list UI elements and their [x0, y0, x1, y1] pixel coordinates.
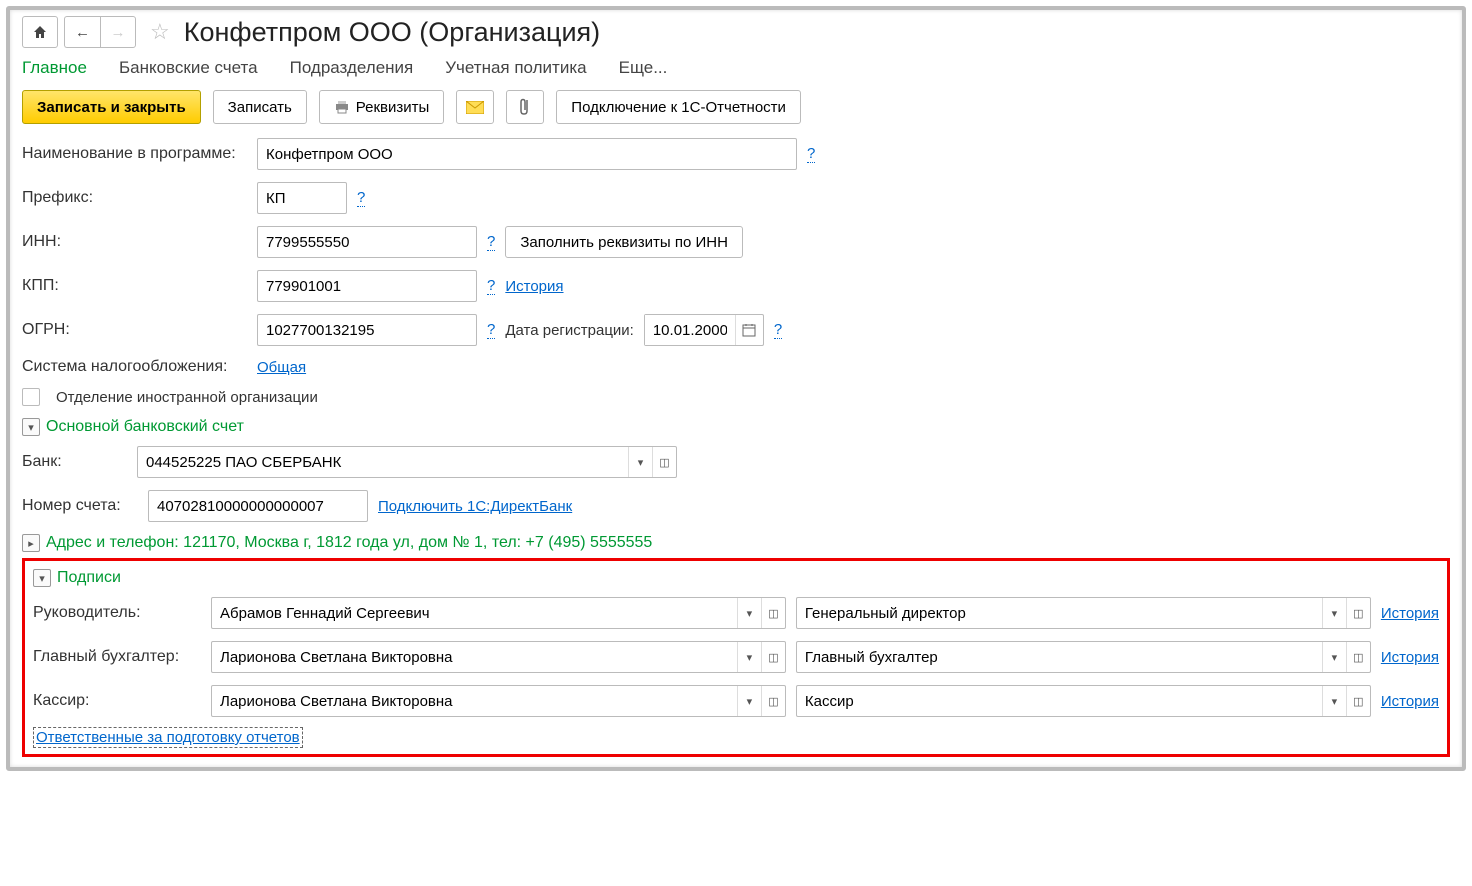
open-icon[interactable]: ◫ [761, 598, 785, 628]
bank-label: Банк: [22, 453, 127, 471]
name-label: Наименование в программе: [22, 145, 247, 163]
dropdown-icon[interactable]: ▾ [737, 598, 761, 628]
bank-expander[interactable]: ▾ [22, 418, 40, 436]
bank-input[interactable] [138, 447, 628, 477]
signatures-box: ▾ Подписи Руководитель: ▾ ◫ ▾ ◫ История … [22, 558, 1450, 757]
prefix-label: Префикс: [22, 189, 247, 207]
name-input[interactable] [257, 138, 797, 170]
ogrn-input[interactable] [257, 314, 477, 346]
home-button[interactable] [22, 16, 58, 48]
mail-icon [466, 101, 484, 114]
address-expander[interactable]: ▸ [22, 534, 40, 552]
dropdown-icon[interactable]: ▾ [1322, 598, 1346, 628]
cashier-label: Кассир: [33, 692, 201, 710]
cashier-name-input[interactable] [212, 686, 737, 716]
connect-1c-button[interactable]: Подключение к 1С-Отчетности [556, 90, 801, 124]
bank-dropdown-icon[interactable]: ▾ [628, 447, 652, 477]
tab-main[interactable]: Главное [22, 58, 87, 78]
reg-date-field[interactable] [645, 315, 735, 345]
cashier-name-combo[interactable]: ▾ ◫ [211, 685, 786, 717]
accountant-pos-combo[interactable]: ▾ ◫ [796, 641, 1371, 673]
tab-policy[interactable]: Учетная политика [445, 58, 586, 78]
mail-button[interactable] [456, 90, 494, 124]
name-help[interactable]: ? [807, 145, 815, 163]
prefix-help[interactable]: ? [357, 189, 365, 207]
reg-date-input[interactable] [644, 314, 764, 346]
signatures-title: Подписи [57, 569, 121, 587]
accountant-label: Главный бухгалтер: [33, 648, 201, 666]
tax-label: Система налогообложения: [22, 358, 247, 376]
inn-help[interactable]: ? [487, 233, 495, 251]
directbank-link[interactable]: Подключить 1С:ДиректБанк [378, 498, 572, 515]
forward-button[interactable]: → [100, 16, 136, 48]
address-section-title: Адрес и телефон: 121170, Москва г, 1812 … [46, 534, 652, 552]
kpp-label: КПП: [22, 277, 247, 295]
tab-divisions[interactable]: Подразделения [290, 58, 414, 78]
foreign-label: Отделение иностранной организации [56, 389, 318, 406]
arrow-left-icon: ← [75, 24, 90, 41]
home-icon [32, 24, 48, 40]
accountant-name-combo[interactable]: ▾ ◫ [211, 641, 786, 673]
inn-input[interactable] [257, 226, 477, 258]
director-history-link[interactable]: История [1381, 605, 1439, 622]
inn-fill-button[interactable]: Заполнить реквизиты по ИНН [505, 226, 743, 258]
dropdown-icon[interactable]: ▾ [1322, 642, 1346, 672]
foreign-checkbox[interactable] [22, 388, 40, 406]
dropdown-icon[interactable]: ▾ [1322, 686, 1346, 716]
page-title: Конфетпром ООО (Организация) [184, 17, 600, 48]
kpp-help[interactable]: ? [487, 277, 495, 295]
kpp-history-link[interactable]: История [505, 278, 563, 295]
director-pos-input[interactable] [797, 598, 1322, 628]
director-name-combo[interactable]: ▾ ◫ [211, 597, 786, 629]
responsible-link[interactable]: Ответственные за подготовку отчетов [33, 727, 303, 748]
paperclip-icon [519, 98, 531, 116]
bank-section-title: Основной банковский счет [46, 418, 244, 436]
inn-label: ИНН: [22, 233, 247, 251]
attachment-button[interactable] [506, 90, 544, 124]
director-name-input[interactable] [212, 598, 737, 628]
signatures-expander[interactable]: ▾ [33, 569, 51, 587]
dropdown-icon[interactable]: ▾ [737, 686, 761, 716]
ogrn-help[interactable]: ? [487, 321, 495, 339]
tab-more[interactable]: Еще... [619, 58, 668, 78]
kpp-input[interactable] [257, 270, 477, 302]
accountant-name-input[interactable] [212, 642, 737, 672]
back-button[interactable]: ← [64, 16, 100, 48]
cashier-pos-input[interactable] [797, 686, 1322, 716]
tab-bar: Главное Банковские счета Подразделения У… [22, 58, 1450, 78]
ogrn-label: ОГРН: [22, 321, 247, 339]
director-pos-combo[interactable]: ▾ ◫ [796, 597, 1371, 629]
acct-input[interactable] [148, 490, 368, 522]
open-icon[interactable]: ◫ [761, 686, 785, 716]
reg-date-label: Дата регистрации: [505, 322, 634, 339]
accountant-pos-input[interactable] [797, 642, 1322, 672]
bank-open-icon[interactable]: ◫ [652, 447, 676, 477]
director-label: Руководитель: [33, 604, 201, 622]
star-icon[interactable]: ☆ [150, 19, 170, 45]
calendar-icon[interactable] [735, 315, 763, 345]
save-button[interactable]: Записать [213, 90, 307, 124]
acct-label: Номер счета: [22, 497, 138, 515]
cashier-history-link[interactable]: История [1381, 693, 1439, 710]
prefix-input[interactable] [257, 182, 347, 214]
open-icon[interactable]: ◫ [1346, 686, 1370, 716]
dropdown-icon[interactable]: ▾ [737, 642, 761, 672]
open-icon[interactable]: ◫ [1346, 598, 1370, 628]
arrow-right-icon: → [111, 24, 126, 41]
tax-link[interactable]: Общая [257, 359, 306, 376]
reg-date-help[interactable]: ? [774, 321, 782, 339]
requisites-label: Реквизиты [356, 99, 430, 116]
save-close-button[interactable]: Записать и закрыть [22, 90, 201, 124]
requisites-button[interactable]: Реквизиты [319, 90, 445, 124]
open-icon[interactable]: ◫ [1346, 642, 1370, 672]
printer-icon [334, 100, 350, 114]
open-icon[interactable]: ◫ [761, 642, 785, 672]
cashier-pos-combo[interactable]: ▾ ◫ [796, 685, 1371, 717]
bank-combo[interactable]: ▾ ◫ [137, 446, 677, 478]
tab-bank-accounts[interactable]: Банковские счета [119, 58, 258, 78]
accountant-history-link[interactable]: История [1381, 649, 1439, 666]
